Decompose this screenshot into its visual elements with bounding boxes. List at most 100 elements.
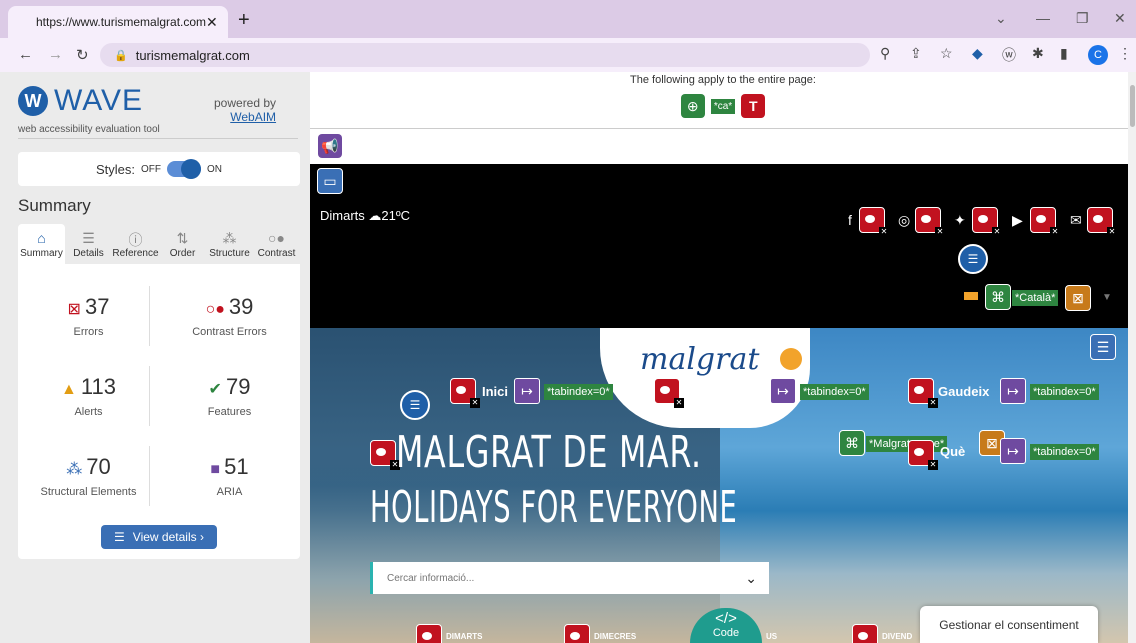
cookie-consent-button[interactable]: Gestionar el consentiment bbox=[920, 606, 1098, 643]
error-badge[interactable]: ✕ bbox=[370, 440, 400, 470]
styles-off-label: OFF bbox=[141, 163, 161, 175]
list-structure-icon[interactable]: ☰ bbox=[400, 390, 430, 420]
facebook-icon[interactable]: f bbox=[848, 212, 852, 228]
title-error-icon[interactable]: T bbox=[741, 94, 766, 118]
chevron-down-icon[interactable]: ⌄ bbox=[745, 570, 757, 587]
tab-search-icon[interactable]: ⌄ bbox=[995, 10, 1007, 27]
webaim-link[interactable]: WebAIM bbox=[214, 110, 276, 124]
stat-label: Contrast Errors bbox=[192, 326, 267, 338]
tabindex-arrow-icon[interactable]: ↦ bbox=[1000, 438, 1026, 464]
search-input[interactable] bbox=[385, 571, 689, 585]
profile-avatar[interactable]: C bbox=[1088, 45, 1108, 65]
extensions-puzzle-icon[interactable]: ✱ bbox=[1032, 45, 1044, 62]
tab-contrast[interactable]: ○● Contrast bbox=[253, 224, 300, 264]
new-tab-button[interactable]: + bbox=[238, 9, 250, 32]
omnibox[interactable]: 🔒 turismemalgrat.com bbox=[100, 43, 870, 67]
instagram-icon[interactable]: ◎ bbox=[898, 212, 910, 229]
error-x-icon: ✕ bbox=[992, 227, 1002, 237]
tab-reference[interactable]: ⓘ Reference bbox=[112, 224, 159, 264]
error-badge[interactable]: ✕ bbox=[908, 378, 938, 408]
scrollbar[interactable] bbox=[1128, 72, 1136, 643]
alert-badge-icon[interactable]: ⊠ bbox=[1065, 285, 1091, 311]
hero-title-line2: HOLIDAYS FOR EVERYONE bbox=[370, 482, 738, 533]
bottom-nav-item[interactable]: DIMARTS bbox=[446, 632, 482, 641]
alt-text-feature-icon[interactable]: ⌘ bbox=[985, 284, 1011, 310]
logo-sun-icon bbox=[780, 348, 802, 370]
share-icon[interactable]: ⇪ bbox=[910, 45, 922, 62]
extension-icon[interactable]: ◆ bbox=[972, 45, 983, 62]
twitter-icon[interactable]: ✦ bbox=[954, 212, 966, 229]
bookmark-star-icon[interactable]: ☆ bbox=[940, 45, 953, 62]
wave-tabs: ⌂ Summary ☰ Details ⓘ Reference ⇅ Order ⁂ Str… bbox=[18, 224, 300, 264]
error-badge[interactable]: ✕ bbox=[908, 440, 938, 470]
styles-toggle[interactable] bbox=[167, 159, 201, 179]
error-badge[interactable]: ✕ bbox=[915, 207, 945, 237]
lock-icon[interactable]: 🔒 bbox=[114, 49, 128, 62]
stat-aria[interactable]: ■ 51 ARIA bbox=[159, 436, 300, 516]
tab-details[interactable]: ☰ Details bbox=[65, 224, 112, 264]
stat-contrast-errors[interactable]: ○● 39 Contrast Errors bbox=[159, 276, 300, 356]
view-details-button[interactable]: ☰ View details › bbox=[101, 525, 217, 549]
nav-structure-icon[interactable]: ☰ bbox=[1090, 334, 1116, 360]
close-window-icon[interactable]: ✕ bbox=[1114, 10, 1126, 27]
youtube-icon[interactable]: ▶ bbox=[1012, 212, 1023, 229]
site-logo[interactable]: malgrat bbox=[640, 342, 759, 377]
tabindex-arrow-icon[interactable]: ↦ bbox=[514, 378, 540, 404]
error-x-icon: ✕ bbox=[935, 227, 945, 237]
error-x-icon: ✕ bbox=[470, 398, 480, 408]
stat-features[interactable]: ✔ 79 Features bbox=[159, 356, 300, 436]
search-box[interactable]: ⌄ bbox=[370, 562, 769, 594]
dropdown-caret-icon[interactable]: ▼ bbox=[1102, 292, 1112, 303]
stat-structural[interactable]: ⁂ 70 Structural Elements bbox=[18, 436, 159, 516]
bottom-nav-item[interactable]: DIMECRES bbox=[594, 632, 636, 641]
error-badge[interactable]: ✕ bbox=[450, 378, 480, 408]
malgrat-tag: *Malgrat...sme* bbox=[866, 436, 948, 452]
bottom-nav-item[interactable]: US bbox=[766, 632, 777, 641]
error-badge[interactable]: ✕ bbox=[859, 207, 889, 237]
tabindex-arrow-icon[interactable]: ↦ bbox=[770, 378, 796, 404]
nav-gaudeix[interactable]: Gaudeix bbox=[938, 384, 989, 399]
wave-extension-icon[interactable]: ⓦ bbox=[1002, 45, 1016, 65]
tab-structure[interactable]: ⁂ Structure bbox=[206, 224, 253, 264]
code-label: Code bbox=[712, 627, 740, 639]
mail-icon[interactable]: ✉ bbox=[1070, 212, 1082, 229]
browser-tab[interactable]: https://www.turismemalgrat.com ✕ bbox=[8, 6, 228, 38]
tabindex-tag: *tabindex=0* bbox=[800, 384, 869, 400]
tab-order[interactable]: ⇅ Order bbox=[159, 224, 206, 264]
zoom-icon[interactable]: ⚲ bbox=[880, 45, 890, 62]
header-structure-icon[interactable]: ▭ bbox=[317, 168, 343, 194]
nav-inici[interactable]: Inici bbox=[482, 384, 508, 399]
reload-icon[interactable]: ↻ bbox=[76, 46, 89, 64]
error-x-icon: ✕ bbox=[1050, 227, 1060, 237]
bottom-nav-item[interactable]: DIVEND bbox=[882, 632, 912, 641]
tab-close-icon[interactable]: ✕ bbox=[206, 14, 218, 31]
forward-icon[interactable]: → bbox=[48, 46, 63, 63]
tab-label: Structure bbox=[209, 247, 250, 259]
error-badge[interactable] bbox=[564, 624, 590, 643]
error-badge[interactable] bbox=[416, 624, 442, 643]
tab-summary[interactable]: ⌂ Summary bbox=[18, 224, 65, 264]
tabindex-arrow-icon[interactable]: ↦ bbox=[1000, 378, 1026, 404]
lang-tag: *ca* bbox=[710, 98, 736, 114]
language-globe-icon[interactable]: ⊕ bbox=[680, 94, 705, 118]
side-panel-icon[interactable]: ▮ bbox=[1060, 45, 1068, 62]
error-badge[interactable]: ✕ bbox=[1030, 207, 1060, 237]
scrollbar-thumb[interactable] bbox=[1130, 85, 1135, 127]
restore-icon[interactable]: ❐ bbox=[1076, 10, 1089, 27]
error-badge[interactable]: ✕ bbox=[972, 207, 1002, 237]
code-toggle-button[interactable]: </> Code bbox=[690, 608, 762, 643]
list-structure-icon[interactable]: ☰ bbox=[958, 244, 988, 274]
stat-errors[interactable]: ⊠ 37 Errors bbox=[18, 276, 159, 356]
menu-kebab-icon[interactable]: ⋮ bbox=[1118, 45, 1132, 62]
stat-label: Alerts bbox=[74, 406, 103, 418]
aria-megaphone-icon[interactable]: 📢 bbox=[318, 134, 342, 158]
code-icon: </> bbox=[715, 610, 737, 627]
error-badge[interactable] bbox=[852, 624, 878, 643]
alt-text-feature-icon[interactable]: ⌘ bbox=[839, 430, 865, 456]
back-icon[interactable]: ← bbox=[18, 46, 33, 63]
nav-que[interactable]: Què bbox=[940, 444, 965, 459]
stat-alerts[interactable]: ▲ 113 Alerts bbox=[18, 356, 159, 436]
minimize-icon[interactable]: — bbox=[1036, 10, 1050, 26]
error-badge[interactable]: ✕ bbox=[1087, 207, 1117, 237]
error-badge[interactable]: ✕ bbox=[654, 378, 684, 408]
